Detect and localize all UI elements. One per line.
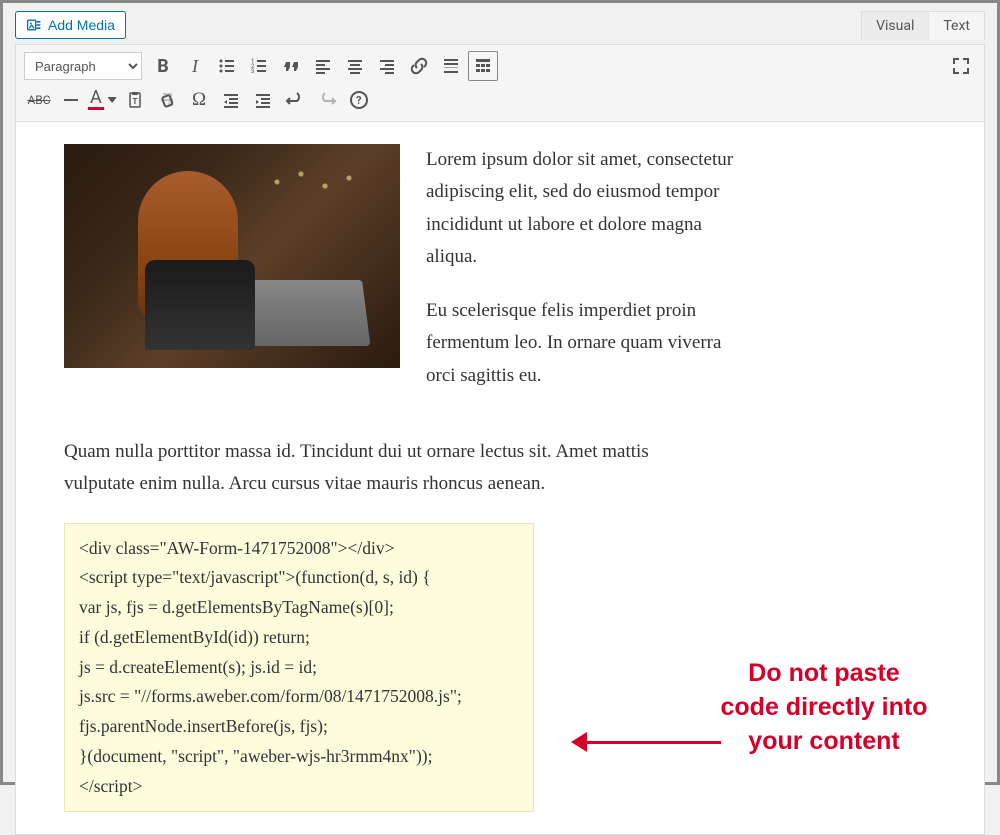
code-line: var js, fjs = d.getElementsByTagName(s)[… [79,593,519,623]
svg-text:?: ? [356,94,362,107]
distraction-free-button[interactable] [946,51,976,81]
media-icon [26,17,42,33]
align-center-button[interactable] [340,51,370,81]
code-line: <div class="AW-Form-1471752008"></div> [79,534,519,564]
annotation-line-3: your content [694,725,954,759]
numbered-list-button[interactable]: 123 [244,51,274,81]
blockquote-button[interactable] [276,51,306,81]
add-media-button[interactable]: Add Media [15,11,126,39]
annotation-line-1: Do not paste [694,657,954,691]
editor-toolbar: Paragraph B I 123 ABC A T [16,45,984,122]
annotation-line-2: code directly into [694,691,954,725]
align-left-button[interactable] [308,51,338,81]
top-bar: Add Media Visual Text [15,11,985,40]
indent-button[interactable] [248,85,278,115]
bold-button[interactable]: B [148,51,178,81]
undo-button[interactable] [280,85,310,115]
code-line: }(document, "script", "aweber-wjs-hr3rmm… [79,742,519,772]
svg-text:T: T [133,97,138,106]
code-line: js.src = "//forms.aweber.com/form/08/147… [79,682,519,712]
link-button[interactable] [404,51,434,81]
add-media-label: Add Media [48,17,115,33]
outdent-button[interactable] [216,85,246,115]
code-line: if (d.getElementById(id)) return; [79,623,519,653]
code-line: js = d.createElement(s); js.id = id; [79,653,519,683]
annotation-text: Do not paste code directly into your con… [694,657,954,758]
paragraph-3: Quam nulla porttitor massa id. Tincidunt… [64,436,704,501]
paragraph-1: Lorem ipsum dolor sit amet, consectetur … [426,144,736,273]
strikethrough-button[interactable]: ABC [24,85,54,115]
code-block: <div class="AW-Form-1471752008"></div> <… [64,523,534,813]
special-char-button[interactable]: Ω [184,85,214,115]
content-side-text: Lorem ipsum dolor sit amet, consectetur … [426,144,736,414]
tab-text[interactable]: Text [928,12,984,40]
editor-frame: Add Media Visual Text Paragraph B I 123 [0,0,1000,785]
italic-button[interactable]: I [180,51,210,81]
content-top-row: Lorem ipsum dolor sit amet, consectetur … [64,144,936,414]
help-button[interactable]: ? [344,85,374,115]
editor-wrapper: Paragraph B I 123 ABC A T [15,44,985,835]
insert-more-button[interactable] [436,51,466,81]
paragraph-2: Eu scelerisque felis imperdiet proin fer… [426,295,736,392]
text-color-button[interactable]: A [88,85,118,115]
svg-text:3: 3 [251,68,254,75]
redo-button[interactable] [312,85,342,115]
tab-visual[interactable]: Visual [862,12,928,40]
align-right-button[interactable] [372,51,402,81]
clear-formatting-button[interactable] [152,85,182,115]
format-select[interactable]: Paragraph [24,52,142,80]
code-line: </script> [79,772,519,802]
editor-content[interactable]: Lorem ipsum dolor sit amet, consectetur … [16,122,984,834]
code-line: <script type="text/javascript">(function… [79,563,519,593]
horizontal-rule-button[interactable] [56,85,86,115]
editor-tabs: Visual Text [861,11,985,40]
paste-text-button[interactable]: T [120,85,150,115]
toolbar-row-2: ABC A T Ω ? [24,83,976,117]
bullet-list-button[interactable] [212,51,242,81]
toolbar-toggle-button[interactable] [468,51,498,81]
content-image[interactable] [64,144,400,368]
toolbar-row-1: Paragraph B I 123 [24,49,976,83]
code-line: fjs.parentNode.insertBefore(js, fjs); [79,712,519,742]
